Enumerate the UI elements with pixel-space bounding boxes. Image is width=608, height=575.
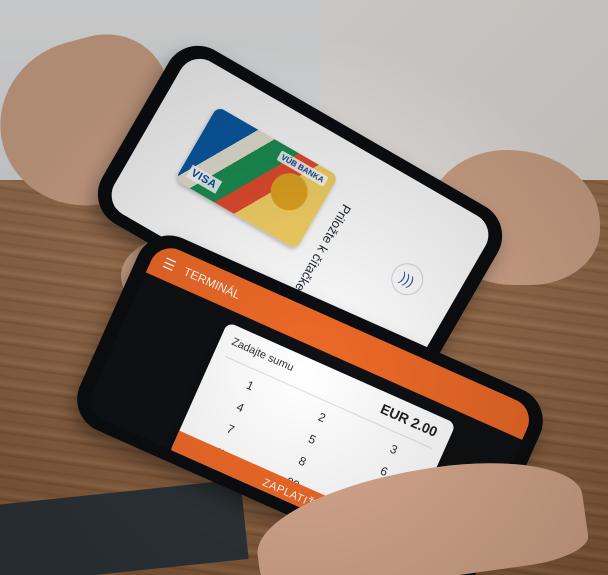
amount-label: Zadajte sumu (229, 335, 296, 375)
contactless-symbol: ))) (397, 268, 418, 290)
contactless-icon: ))) (385, 257, 430, 302)
amount-value: EUR 2.00 (378, 400, 441, 440)
app-title: TERMINÁL (181, 264, 243, 302)
photo-scene: VÚB BANKA VISA Priložte k čítačke ))) ☰ … (0, 0, 608, 575)
hamburger-icon[interactable]: ☰ (160, 254, 179, 275)
payment-card: VÚB BANKA VISA (174, 106, 339, 250)
card-bank-name: VÚB BANKA (276, 150, 329, 187)
card-brand-logo: VISA (185, 164, 222, 194)
